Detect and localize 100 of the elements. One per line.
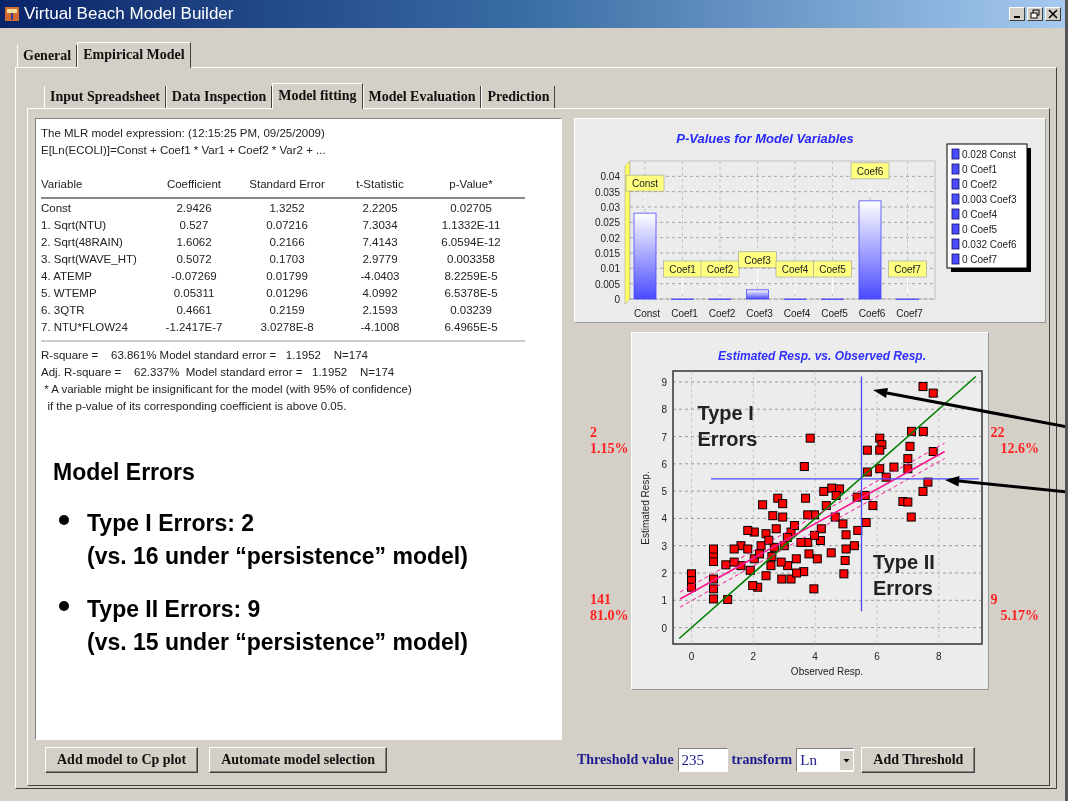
- axis-tick-label: 0.03: [600, 202, 620, 213]
- data-point: [867, 501, 877, 511]
- data-point: [816, 524, 826, 534]
- table-cell-text: -4.1008: [359, 320, 401, 335]
- table-cell-text: 7. NTU*FLOW24: [41, 320, 129, 335]
- quadrant-percent: 1.15%: [590, 441, 629, 457]
- axis-tick-label: 3: [661, 540, 667, 552]
- data-point: [742, 525, 752, 535]
- tab[interactable]: Empirical Model: [77, 42, 191, 68]
- table-cell-text: 7.3034: [361, 218, 399, 233]
- quadrant-count: 2: [590, 425, 598, 441]
- data-point: [763, 535, 773, 545]
- column-header: p-Value*: [448, 177, 494, 192]
- data-point: [906, 512, 916, 522]
- tab[interactable]: Model fitting: [272, 83, 363, 109]
- axis-tick-label: 0.02: [600, 232, 620, 244]
- data-point: [729, 544, 739, 554]
- data-point: [777, 512, 787, 522]
- data-point: [809, 530, 819, 540]
- close-icon: [1048, 9, 1058, 19]
- data-point: [686, 582, 696, 592]
- table-cell-text: 0.05311: [172, 286, 216, 301]
- error-count-text: Type II Errors: 9: [87, 596, 261, 623]
- table-cell-text: 0.07216: [265, 218, 309, 233]
- action-button[interactable]: Automate model selection: [209, 747, 388, 773]
- transform-dropdown[interactable]: Ln: [796, 748, 855, 772]
- quadrant-count: 22: [990, 425, 1006, 441]
- data-point: [761, 571, 771, 581]
- table-cell-text: 2.9779: [361, 252, 399, 267]
- table-cell-text: 6.0594E-12: [440, 235, 502, 250]
- data-point: [889, 462, 898, 472]
- quadrant-percent: 5.17%: [999, 608, 1040, 624]
- data-point: [791, 568, 801, 578]
- data-point: [812, 554, 822, 564]
- data-point: [852, 492, 862, 502]
- table-cell-text: -4.0403: [359, 269, 401, 284]
- legend-label: 0 Coef7: [962, 254, 998, 265]
- table-cell-text: 0.003358: [446, 252, 496, 267]
- tab[interactable]: Data Inspection: [165, 86, 273, 108]
- tab[interactable]: Model Evaluation: [362, 86, 482, 108]
- legend-swatch: [951, 163, 960, 175]
- data-point: [861, 518, 871, 527]
- legend-label: 0 Coef5: [962, 224, 998, 235]
- data-point: [862, 445, 872, 455]
- table-cell-text: -0.07269: [170, 269, 218, 284]
- tab[interactable]: Input Spreadsheet: [44, 86, 166, 108]
- data-point: [771, 524, 781, 534]
- summary-text: R-square = 63.861% Model standard error = 1.1952 N=174: [41, 348, 369, 363]
- threshold-field[interactable]: 235: [677, 748, 728, 772]
- action-button[interactable]: Add model to Cp plot: [45, 747, 199, 773]
- tab[interactable]: Prediction: [481, 86, 556, 108]
- data-point: [786, 574, 796, 584]
- table-cell-text: 8.2259E-5: [443, 269, 499, 284]
- add-threshold-button[interactable]: Add Threshold: [861, 747, 976, 773]
- chart-title: Estimated Resp. vs. Observed Resp.: [717, 349, 926, 363]
- data-point: [840, 555, 850, 565]
- data-label: Coef1: [663, 260, 702, 278]
- axis-title: Estimated Resp.: [639, 471, 651, 545]
- data-point: [766, 561, 775, 571]
- data-label: Coef3: [738, 251, 777, 269]
- data-point: [708, 594, 718, 604]
- comparison-text: (vs. 15 under “persistence” model): [87, 629, 469, 656]
- column-header: Coefficient: [165, 177, 223, 192]
- data-point: [852, 525, 862, 535]
- data-point: [708, 574, 718, 584]
- axis-tick-label: 0.025: [594, 217, 620, 229]
- legend-swatch: [951, 253, 960, 265]
- table-cell-text: 0.01296: [265, 286, 309, 301]
- data-label: Coef4: [775, 260, 815, 278]
- close-button[interactable]: [1045, 7, 1061, 21]
- axis-tick-label: 4: [811, 651, 818, 662]
- data-point: [805, 433, 815, 443]
- axis-tick-label: 0.035: [594, 186, 620, 198]
- data-point: [754, 549, 764, 559]
- table-cell-text: 7.4143: [361, 235, 399, 250]
- table-cell-text: 1.3252: [268, 201, 306, 216]
- data-point: [838, 519, 847, 529]
- summary-text: * A variable might be insignificant for the model (with 95% of confidence): [43, 382, 413, 397]
- chart-title: P-Values for Model Variables: [676, 131, 854, 146]
- legend-label: 0.003 Coef3: [962, 194, 1017, 205]
- data-point: [766, 552, 776, 562]
- table-cell-text: Const: [41, 201, 73, 216]
- axis-tick-label: Coef2: [708, 308, 736, 319]
- data-point: [804, 549, 813, 559]
- axis-tick-label: Coef4: [783, 308, 811, 319]
- field-label: Threshold value: [577, 752, 674, 768]
- data-point: [918, 426, 928, 436]
- axis-tick-label: 0: [661, 622, 667, 634]
- axis-tick-label: Const: [633, 308, 661, 319]
- data-point: [905, 441, 915, 451]
- axis-tick-label: Coef5: [821, 308, 848, 319]
- minimize-button[interactable]: [1009, 7, 1025, 21]
- axis-tick-label: 6: [661, 458, 667, 470]
- table-cell-text: 2. Sqrt(48RAIN): [41, 235, 124, 250]
- data-point: [782, 533, 792, 543]
- restore-button[interactable]: [1027, 7, 1043, 21]
- data-point: [779, 541, 789, 551]
- tab[interactable]: General: [17, 45, 78, 67]
- legend-label: 0 Coef2: [962, 179, 998, 190]
- heading: Model Errors: [53, 459, 196, 486]
